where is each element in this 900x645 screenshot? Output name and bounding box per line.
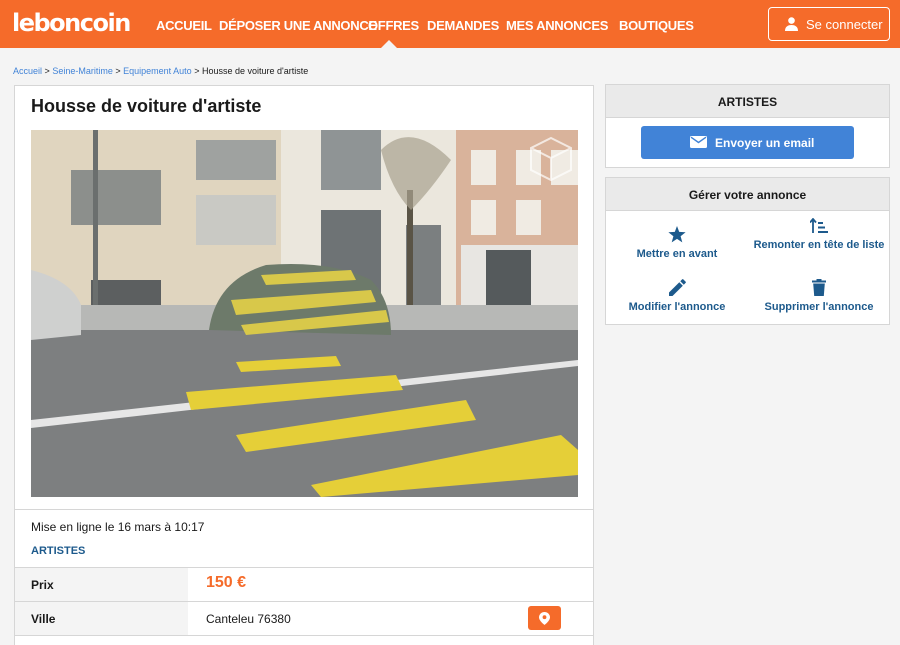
divider xyxy=(15,635,593,636)
nav-demandes[interactable]: DEMANDES xyxy=(427,18,499,33)
bump-up-action[interactable]: Remonter en tête de liste xyxy=(748,218,890,253)
breadcrumb-current: Housse de voiture d'artiste xyxy=(202,66,309,76)
pencil-icon xyxy=(668,279,686,296)
bump-up-label: Remonter en tête de liste xyxy=(753,239,885,251)
ad-photo[interactable] xyxy=(31,130,578,497)
divider xyxy=(15,509,593,510)
top-header: leboncoin ACCUEIL DÉPOSER UNE ANNONCE OF… xyxy=(0,0,900,48)
active-nav-indicator xyxy=(381,40,397,48)
location-pin-icon xyxy=(539,612,550,625)
envelope-icon xyxy=(690,136,707,148)
login-button[interactable]: Se connecter xyxy=(768,7,890,41)
breadcrumb-seine-maritime[interactable]: Seine-Maritime xyxy=(52,66,113,76)
breadcrumb-separator: > xyxy=(44,66,50,76)
nav-accueil[interactable]: ACCUEIL xyxy=(156,18,212,33)
breadcrumb-separator: > xyxy=(115,66,121,76)
city-value: Canteleu 76380 xyxy=(206,612,291,626)
breadcrumb-separator: > xyxy=(194,66,200,76)
manage-title: Gérer votre annonce xyxy=(688,188,807,202)
price-row: Prix 150 € xyxy=(15,568,593,601)
edit-label: Modifier l'annonce xyxy=(628,301,726,313)
send-email-button[interactable]: Envoyer un email xyxy=(641,126,854,159)
trash-icon xyxy=(812,279,826,296)
breadcrumb: Accueil > Seine-Maritime > Equipement Au… xyxy=(13,66,308,76)
person-icon xyxy=(785,17,798,31)
nav-boutiques[interactable]: BOUTIQUES xyxy=(619,18,694,33)
price-label: Prix xyxy=(31,578,54,592)
login-label: Se connecter xyxy=(806,17,883,32)
city-row: Ville Canteleu 76380 xyxy=(15,602,593,635)
price-value: 150 € xyxy=(206,574,247,591)
sort-up-icon xyxy=(810,218,828,233)
delete-action[interactable]: Supprimer l'annonce xyxy=(748,279,890,315)
ad-card: Housse de voiture d'artiste Mise en lign… xyxy=(14,85,594,645)
delete-label: Supprimer l'annonce xyxy=(764,301,874,313)
promote-label: Mettre en avant xyxy=(636,248,718,260)
breadcrumb-accueil[interactable]: Accueil xyxy=(13,66,42,76)
ad-title: Housse de voiture d'artiste xyxy=(31,96,262,116)
city-label: Ville xyxy=(31,612,56,626)
map-button[interactable] xyxy=(528,606,561,630)
contact-card: ARTISTES Envoyer un email xyxy=(605,84,890,168)
star-icon xyxy=(668,226,686,243)
seller-name[interactable]: ARTISTES xyxy=(31,545,85,557)
promote-action[interactable]: Mettre en avant xyxy=(606,226,748,262)
nav-offres[interactable]: OFFRES xyxy=(368,18,419,33)
edit-action[interactable]: Modifier l'annonce xyxy=(606,279,748,315)
manage-card: Gérer votre annonce Mettre en avant Remo… xyxy=(605,177,890,325)
nav-deposer-annonce[interactable]: DÉPOSER UNE ANNONCE xyxy=(219,18,377,33)
nav-mes-annonces[interactable]: MES ANNONCES xyxy=(506,18,608,33)
send-email-label: Envoyer un email xyxy=(715,136,815,150)
posted-date: Mise en ligne le 16 mars à 10:17 xyxy=(31,520,205,534)
leboncoin-logo[interactable]: leboncoin xyxy=(12,9,131,37)
breadcrumb-equipement-auto[interactable]: Equipement Auto xyxy=(123,66,192,76)
contact-title: ARTISTES xyxy=(717,95,778,109)
